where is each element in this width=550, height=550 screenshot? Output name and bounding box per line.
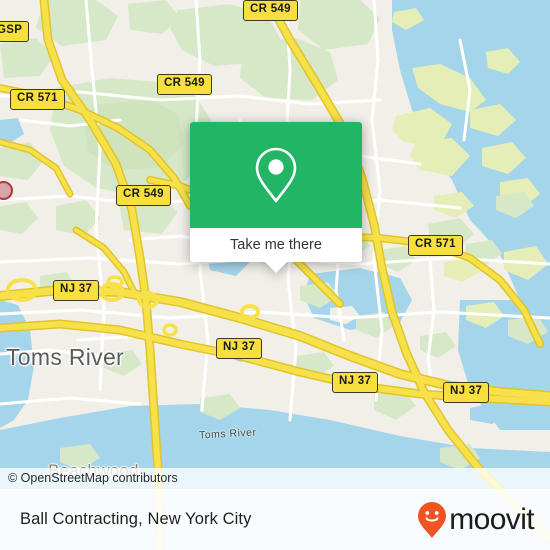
popup-card-body: Take me there	[190, 122, 362, 262]
location-popup-card[interactable]: Take me there	[190, 122, 362, 273]
road-shield-cr-571-west[interactable]: CR 571	[10, 89, 65, 110]
popup-card-header	[190, 122, 362, 228]
moovit-pin-smiley-icon	[418, 501, 447, 538]
popup-take-me-there-button[interactable]: Take me there	[190, 228, 362, 262]
road-shield-nj-37-east[interactable]: NJ 37	[332, 372, 379, 393]
footer-bar: Ball Contracting, New York City moovit	[0, 489, 550, 550]
place-title: Ball Contracting, New York City	[20, 510, 252, 528]
map-pin-icon	[255, 147, 297, 203]
moovit-brand-logo[interactable]: moovit	[417, 501, 535, 539]
road-shield-cr-549-mid[interactable]: CR 549	[116, 185, 171, 206]
attribution-text: © OpenStreetMap contributors	[8, 471, 178, 485]
road-shield-gsp[interactable]: GSP	[0, 21, 30, 42]
road-shield-nj-37-center[interactable]: NJ 37	[216, 338, 263, 359]
road-shield-nj-37-west[interactable]: NJ 37	[53, 280, 100, 301]
popup-card-pointer	[265, 262, 287, 273]
road-shield-cr-549-upper[interactable]: CR 549	[157, 74, 212, 95]
moovit-wordmark: moovit	[449, 502, 534, 536]
map-screenshot-root: Toms River Beachwood Toms River CR 549 G…	[0, 0, 550, 550]
road-shield-nj-37-far-east[interactable]: NJ 37	[443, 382, 490, 403]
popup-action-label: Take me there	[230, 237, 322, 253]
road-shield-cr-571-east[interactable]: CR 571	[408, 235, 463, 256]
map-attribution-bar[interactable]: © OpenStreetMap contributors	[0, 468, 550, 489]
road-shield-cr-549-north[interactable]: CR 549	[243, 0, 298, 21]
